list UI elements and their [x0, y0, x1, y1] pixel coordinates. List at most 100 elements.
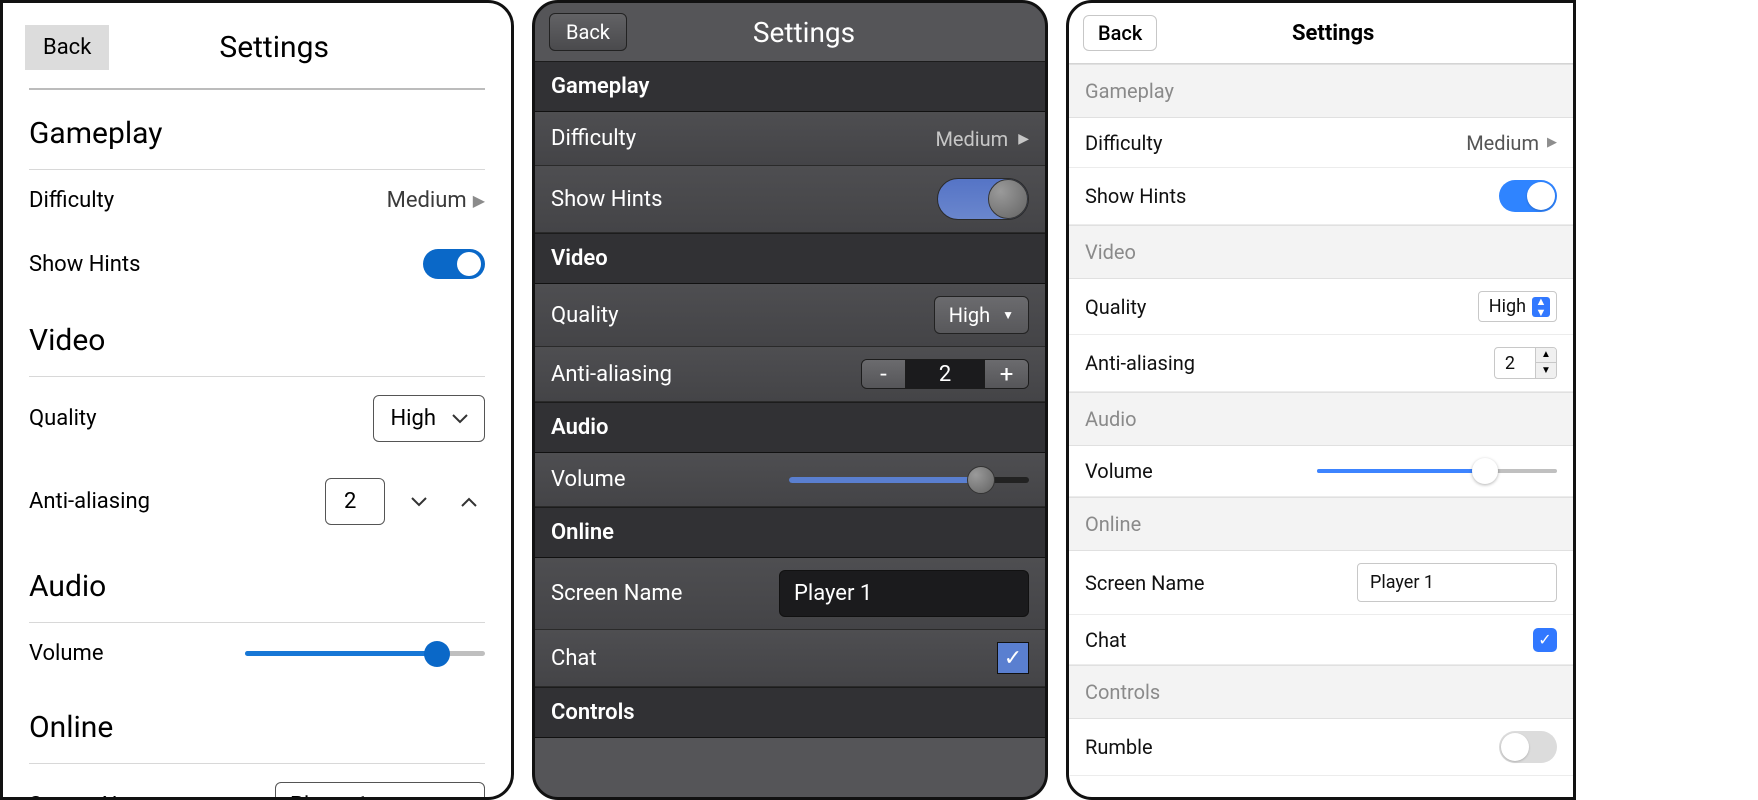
row-show-hints: Show Hints	[535, 166, 1045, 233]
row-quality: Quality High ▲▼	[1069, 279, 1573, 335]
chat-checkbox[interactable]: ✓	[1533, 628, 1557, 652]
show-hints-label: Show Hints	[1085, 184, 1186, 208]
section-heading-audio: Audio	[29, 543, 485, 622]
volume-slider[interactable]	[245, 642, 485, 666]
section-heading-controls: Controls	[1069, 665, 1573, 719]
difficulty-pulldown[interactable]: Medium ▶	[1466, 131, 1557, 155]
page-title: Settings	[109, 30, 439, 65]
row-chat: Chat ✓	[535, 630, 1045, 687]
section-heading-online: Online	[1069, 497, 1573, 551]
antialiasing-label: Anti-aliasing	[29, 489, 150, 514]
volume-label: Volume	[1085, 459, 1153, 483]
row-screen-name: Screen Name Player 1	[535, 558, 1045, 630]
volume-label: Volume	[551, 467, 626, 492]
quality-select[interactable]: High ▼	[934, 296, 1029, 334]
row-antialiasing: Anti-aliasing 2 ▲ ▼	[1069, 335, 1573, 392]
difficulty-value: Medium	[1466, 131, 1539, 155]
difficulty-label: Difficulty	[29, 188, 114, 213]
decrement-button[interactable]: ▼	[1536, 363, 1556, 378]
chat-label: Chat	[551, 646, 597, 671]
section-heading-online: Online	[29, 684, 485, 763]
chevron-right-icon: ▶	[473, 191, 485, 210]
increment-button[interactable]: ▲	[1536, 348, 1556, 363]
row-show-hints: Show Hints	[29, 231, 485, 297]
decrement-button[interactable]: -	[862, 360, 906, 388]
quality-value: High	[1489, 296, 1526, 317]
chevron-right-icon: ▶	[1018, 131, 1029, 147]
antialiasing-value[interactable]: 2	[906, 360, 984, 388]
slider-thumb[interactable]	[967, 466, 995, 494]
chat-checkbox[interactable]: ✓	[997, 642, 1029, 674]
back-button[interactable]: Back	[549, 13, 627, 51]
increment-button[interactable]: +	[984, 360, 1028, 388]
show-hints-label: Show Hints	[29, 252, 140, 277]
rumble-toggle[interactable]	[1499, 731, 1557, 763]
section-heading-video: Video	[535, 233, 1045, 284]
antialiasing-value[interactable]: 2	[325, 478, 385, 525]
settings-panel-dark: Back Settings Gameplay Difficulty Medium…	[532, 0, 1048, 800]
caret-down-icon: ▼	[1002, 308, 1014, 322]
antialiasing-label: Anti-aliasing	[551, 362, 672, 387]
decrement-button[interactable]	[403, 484, 435, 519]
screen-name-label: Screen Name	[29, 793, 160, 800]
volume-slider[interactable]	[1317, 458, 1557, 484]
chevron-down-icon	[452, 414, 468, 424]
header: Back Settings	[1069, 3, 1573, 64]
row-volume: Volume	[1069, 446, 1573, 497]
section-heading-audio: Audio	[1069, 392, 1573, 446]
row-quality: Quality High	[29, 377, 485, 460]
quality-label: Quality	[29, 406, 97, 431]
difficulty-pulldown[interactable]: Medium ▶	[935, 127, 1029, 151]
row-rumble: Rumble	[1069, 719, 1573, 776]
slider-thumb[interactable]	[424, 641, 450, 667]
difficulty-pulldown[interactable]: Medium ▶	[387, 188, 485, 213]
row-difficulty[interactable]: Difficulty Medium ▶	[29, 170, 485, 231]
section-heading-gameplay: Gameplay	[1069, 64, 1573, 118]
quality-select[interactable]: High	[373, 395, 485, 442]
rumble-label: Rumble	[1085, 735, 1153, 759]
antialiasing-value[interactable]: 2	[1495, 348, 1535, 378]
quality-select[interactable]: High ▲▼	[1478, 291, 1557, 322]
section-heading-online: Online	[535, 507, 1045, 558]
quality-label: Quality	[551, 303, 619, 328]
row-difficulty[interactable]: Difficulty Medium ▶	[1069, 118, 1573, 168]
difficulty-value: Medium	[387, 188, 467, 213]
row-screen-name: Screen Name Player 1	[29, 764, 485, 800]
section-heading-video: Video	[29, 297, 485, 376]
quality-value: High	[390, 406, 436, 431]
antialiasing-spinner: - 2 +	[861, 359, 1029, 389]
back-button[interactable]: Back	[25, 25, 109, 70]
section-heading-gameplay: Gameplay	[29, 90, 485, 169]
row-screen-name: Screen Name Player 1	[1069, 551, 1573, 615]
settings-panel-light: Back Settings Gameplay Difficulty Medium…	[0, 0, 514, 800]
row-show-hints: Show Hints	[1069, 168, 1573, 225]
screen-name-label: Screen Name	[551, 581, 682, 606]
header: Back Settings	[535, 3, 1045, 61]
antialiasing-spinner: 2 ▲ ▼	[1494, 347, 1557, 379]
volume-slider[interactable]	[789, 467, 1029, 493]
quality-value: High	[949, 303, 990, 327]
difficulty-value: Medium	[935, 127, 1008, 151]
screen-name-input[interactable]: Player 1	[1357, 563, 1557, 602]
updown-icon: ▲▼	[1532, 297, 1550, 317]
row-antialiasing: Anti-aliasing - 2 +	[535, 347, 1045, 402]
row-difficulty[interactable]: Difficulty Medium ▶	[535, 112, 1045, 166]
header: Back Settings	[3, 3, 511, 88]
difficulty-label: Difficulty	[551, 126, 636, 151]
page-title: Settings	[627, 16, 981, 49]
show-hints-toggle[interactable]	[423, 249, 485, 279]
screen-name-label: Screen Name	[1085, 571, 1204, 595]
show-hints-toggle[interactable]	[937, 178, 1029, 220]
section-heading-controls: Controls	[535, 687, 1045, 738]
section-heading-audio: Audio	[535, 402, 1045, 453]
increment-button[interactable]	[453, 484, 485, 519]
screen-name-input[interactable]: Player 1	[779, 570, 1029, 617]
screen-name-input[interactable]: Player 1	[275, 782, 485, 800]
show-hints-toggle[interactable]	[1499, 180, 1557, 212]
back-button[interactable]: Back	[1083, 15, 1157, 51]
slider-thumb[interactable]	[1472, 458, 1498, 484]
row-antialiasing: Anti-aliasing 2	[29, 460, 485, 543]
antialiasing-spinner: 2	[325, 478, 485, 525]
row-volume: Volume	[535, 453, 1045, 507]
quality-label: Quality	[1085, 295, 1146, 319]
